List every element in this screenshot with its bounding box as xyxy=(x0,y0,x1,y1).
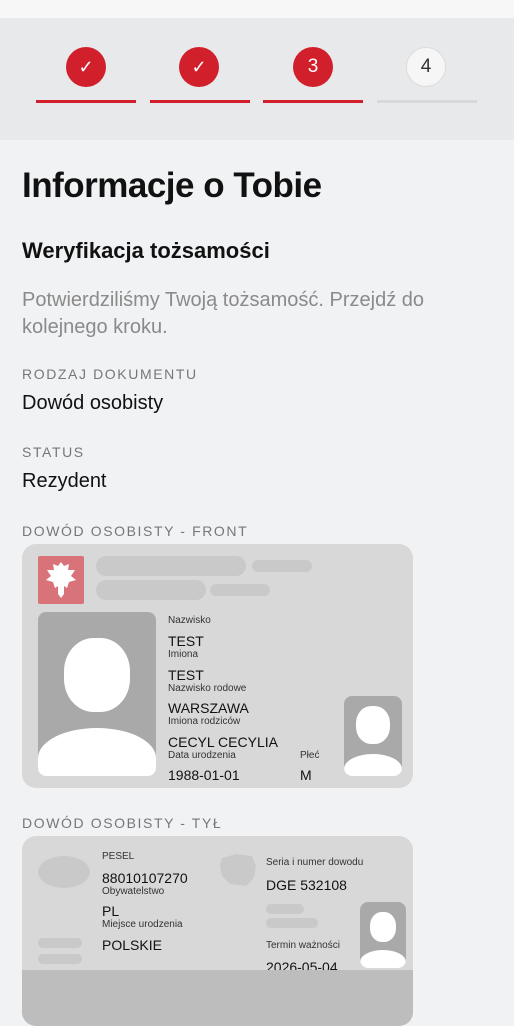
step-1-bar xyxy=(36,100,136,103)
top-strip xyxy=(0,0,514,18)
map-icon xyxy=(218,852,258,888)
small-photo-placeholder xyxy=(360,902,406,968)
small-photo-placeholder xyxy=(344,696,402,776)
id-card-back: PESEL 88010107270 Obywatelstwo PL Miejsc… xyxy=(22,836,413,1026)
header-placeholder xyxy=(96,556,246,576)
step-number: 3 xyxy=(307,56,319,77)
check-icon: ✓ xyxy=(78,56,94,77)
pesel-label: PESEL xyxy=(102,851,135,862)
step-3-current: 3 xyxy=(293,47,333,87)
pesel-value: 88010107270 xyxy=(102,870,188,886)
birth-date-label: Data urodzenia xyxy=(168,750,236,761)
section-subtitle: Weryfikacja tożsamości xyxy=(22,238,270,263)
sex-value: M xyxy=(300,767,312,783)
chip-placeholder xyxy=(38,856,90,888)
birthplace-value: POLSKIE xyxy=(102,937,162,953)
birth-date-value: 1988-01-01 xyxy=(168,767,240,783)
id-card-front: Nazwisko TEST Imiona TEST Nazwisko rodow… xyxy=(22,544,413,788)
back-section-label: DOWÓD OSOBISTY - TYŁ xyxy=(22,815,223,831)
header-placeholder xyxy=(252,560,312,572)
parents-value: CECYL CECYLIA xyxy=(168,734,278,750)
status-value: Rezydent xyxy=(22,470,107,492)
series-value: DGE 532108 xyxy=(266,877,347,893)
header-placeholder xyxy=(96,580,206,600)
verification-description: Potwierdziliśmy Twoją tożsamość. Przejdź… xyxy=(22,289,424,338)
series-label: Seria i numer dowodu xyxy=(266,857,364,868)
header-placeholder xyxy=(210,584,270,596)
polish-eagle-icon xyxy=(38,556,84,604)
page-title: Informacje o Tobie xyxy=(22,166,322,205)
names-label: Imiona xyxy=(168,649,199,660)
surname-label: Nazwisko xyxy=(168,615,211,626)
step-2-complete: ✓ xyxy=(179,47,219,87)
expiry-label: Termin ważności xyxy=(266,940,340,951)
birthplace-label: Miejsce urodzenia xyxy=(102,919,183,930)
sex-label: Płeć xyxy=(300,750,320,761)
family-name-label: Nazwisko rodowe xyxy=(168,683,247,694)
progress-stepper: ✓ ✓ 3 4 xyxy=(0,0,514,140)
family-name-value: WARSZAWA xyxy=(168,700,249,716)
mrz-strip xyxy=(22,970,413,1026)
step-4-pending: 4 xyxy=(406,47,446,87)
step-number: 4 xyxy=(420,56,432,77)
parents-label: Imiona rodziców xyxy=(168,716,241,727)
step-4-bar xyxy=(377,100,477,103)
line-placeholder xyxy=(266,904,304,914)
citizenship-value: PL xyxy=(102,903,120,919)
step-3-bar xyxy=(263,100,363,103)
line-placeholder xyxy=(266,918,318,928)
line-placeholder xyxy=(38,954,82,964)
step-2-bar xyxy=(150,100,250,103)
step-1-complete: ✓ xyxy=(66,47,106,87)
names-value: TEST xyxy=(168,667,204,683)
doc-type-label: RODZAJ DOKUMENTU xyxy=(22,366,198,382)
check-icon: ✓ xyxy=(191,56,207,77)
photo-placeholder xyxy=(38,612,156,776)
citizenship-label: Obywatelstwo xyxy=(102,886,165,897)
front-section-label: DOWÓD OSOBISTY - FRONT xyxy=(22,523,249,539)
doc-type-value: Dowód osobisty xyxy=(22,392,164,414)
status-label: STATUS xyxy=(22,444,85,460)
line-placeholder xyxy=(38,938,82,948)
surname-value: TEST xyxy=(168,633,204,649)
